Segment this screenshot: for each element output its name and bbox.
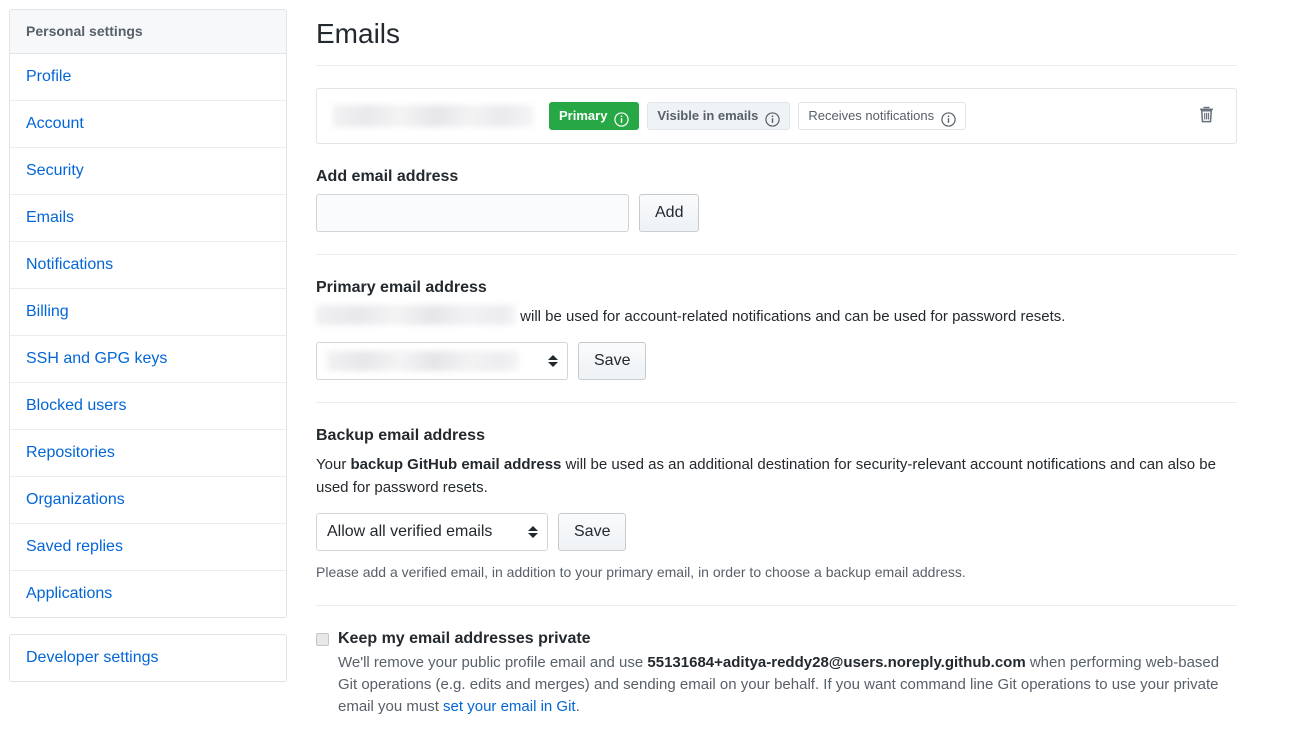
settings-sidebar: Personal settings Profile Account Securi… bbox=[9, 9, 287, 682]
sidebar-item-developer-settings[interactable]: Developer settings bbox=[10, 635, 286, 681]
divider bbox=[316, 254, 1237, 255]
trash-icon bbox=[1197, 105, 1216, 127]
save-backup-email-button[interactable]: Save bbox=[558, 513, 627, 551]
privacy-desc-part3: . bbox=[575, 698, 580, 715]
info-icon[interactable] bbox=[614, 109, 630, 127]
personal-settings-nav: Personal settings Profile Account Securi… bbox=[9, 9, 287, 618]
privacy-body: Keep my email addresses private We'll re… bbox=[338, 628, 1237, 718]
backup-email-form: Allow all verified emails Save bbox=[316, 513, 1237, 551]
primary-email-form: Save bbox=[316, 342, 1237, 380]
backup-note-prefix: Your bbox=[316, 456, 351, 473]
sidebar-header: Personal settings bbox=[10, 10, 286, 54]
status-badge-visible-in-emails[interactable]: Visible in emails bbox=[647, 102, 791, 130]
primary-email-select-value bbox=[327, 351, 519, 371]
add-email-form: Add bbox=[316, 194, 1237, 232]
set-email-in-git-link[interactable]: set your email in Git bbox=[443, 698, 576, 715]
primary-email-value bbox=[316, 305, 516, 325]
email-badges: Primary Visible in emails Receives notif… bbox=[549, 102, 967, 130]
badge-primary-label: Primary bbox=[559, 108, 608, 123]
info-icon[interactable] bbox=[765, 109, 781, 127]
backup-email-select-value: Allow all verified emails bbox=[327, 523, 493, 540]
primary-email-title: Primary email address bbox=[316, 279, 487, 296]
backup-note-bold: backup GitHub email address bbox=[350, 456, 562, 473]
page-title: Emails bbox=[316, 16, 1237, 66]
developer-settings-nav: Developer settings bbox=[9, 634, 287, 682]
primary-email-note: will be used for account-related notific… bbox=[316, 305, 1237, 328]
badge-visible-label: Visible in emails bbox=[657, 108, 759, 123]
backup-email-select[interactable]: Allow all verified emails bbox=[316, 513, 548, 551]
email-address-row: Primary Visible in emails Receives notif… bbox=[316, 88, 1237, 144]
privacy-noreply-email: 55131684+aditya-reddy28@users.noreply.gi… bbox=[647, 654, 1026, 671]
sidebar-item-billing[interactable]: Billing bbox=[10, 289, 286, 336]
sidebar-item-repositories[interactable]: Repositories bbox=[10, 430, 286, 477]
primary-email-note-suffix: will be used for account-related notific… bbox=[516, 308, 1066, 325]
primary-email-select[interactable] bbox=[316, 342, 568, 380]
primary-email-section: Primary email address will be used for a… bbox=[316, 277, 1237, 380]
keep-email-private-checkbox[interactable] bbox=[316, 633, 329, 646]
add-email-title: Add email address bbox=[316, 168, 459, 185]
keep-email-private-description: We'll remove your public profile email a… bbox=[338, 652, 1237, 718]
delete-email-button[interactable] bbox=[1193, 105, 1220, 127]
status-badge-primary[interactable]: Primary bbox=[549, 102, 640, 130]
sidebar-item-organizations[interactable]: Organizations bbox=[10, 477, 286, 524]
sidebar-item-notifications[interactable]: Notifications bbox=[10, 242, 286, 289]
settings-page: Personal settings Profile Account Securi… bbox=[0, 0, 1307, 746]
primary-email-select-wrap bbox=[316, 342, 568, 380]
add-email-button[interactable]: Add bbox=[639, 194, 700, 232]
sidebar-item-emails[interactable]: Emails bbox=[10, 195, 286, 242]
info-icon[interactable] bbox=[941, 109, 956, 127]
backup-email-select-wrap: Allow all verified emails bbox=[316, 513, 548, 551]
sidebar-item-profile[interactable]: Profile bbox=[10, 54, 286, 101]
sidebar-item-saved-replies[interactable]: Saved replies bbox=[10, 524, 286, 571]
privacy-desc-part1: We'll remove your public profile email a… bbox=[338, 654, 648, 671]
backup-email-section: Backup email address Your backup GitHub … bbox=[316, 425, 1237, 583]
chevron-updown-icon bbox=[528, 526, 538, 538]
keep-email-private-label[interactable]: Keep my email addresses private bbox=[338, 628, 1237, 650]
sidebar-item-blocked-users[interactable]: Blocked users bbox=[10, 383, 286, 430]
backup-email-note: Your backup GitHub email address will be… bbox=[316, 453, 1237, 499]
sidebar-item-security[interactable]: Security bbox=[10, 148, 286, 195]
settings-main: Emails Primary Visible in emails Receive… bbox=[316, 0, 1237, 718]
add-email-input[interactable] bbox=[316, 194, 629, 232]
status-badge-receives-notifications[interactable]: Receives notifications bbox=[798, 102, 967, 130]
sidebar-item-ssh-and-gpg-keys[interactable]: SSH and GPG keys bbox=[10, 336, 286, 383]
chevron-updown-icon bbox=[548, 355, 558, 367]
email-address-value bbox=[333, 105, 533, 127]
sidebar-item-account[interactable]: Account bbox=[10, 101, 286, 148]
badge-notify-label: Receives notifications bbox=[808, 108, 935, 123]
divider bbox=[316, 605, 1237, 606]
sidebar-item-applications[interactable]: Applications bbox=[10, 571, 286, 617]
privacy-section: Keep my email addresses private We'll re… bbox=[316, 628, 1237, 718]
add-email-section: Add email address Add bbox=[316, 166, 1237, 232]
backup-email-title: Backup email address bbox=[316, 427, 485, 444]
backup-email-helper: Please add a verified email, in addition… bbox=[316, 564, 966, 580]
divider bbox=[316, 402, 1237, 403]
save-primary-email-button[interactable]: Save bbox=[578, 342, 647, 380]
